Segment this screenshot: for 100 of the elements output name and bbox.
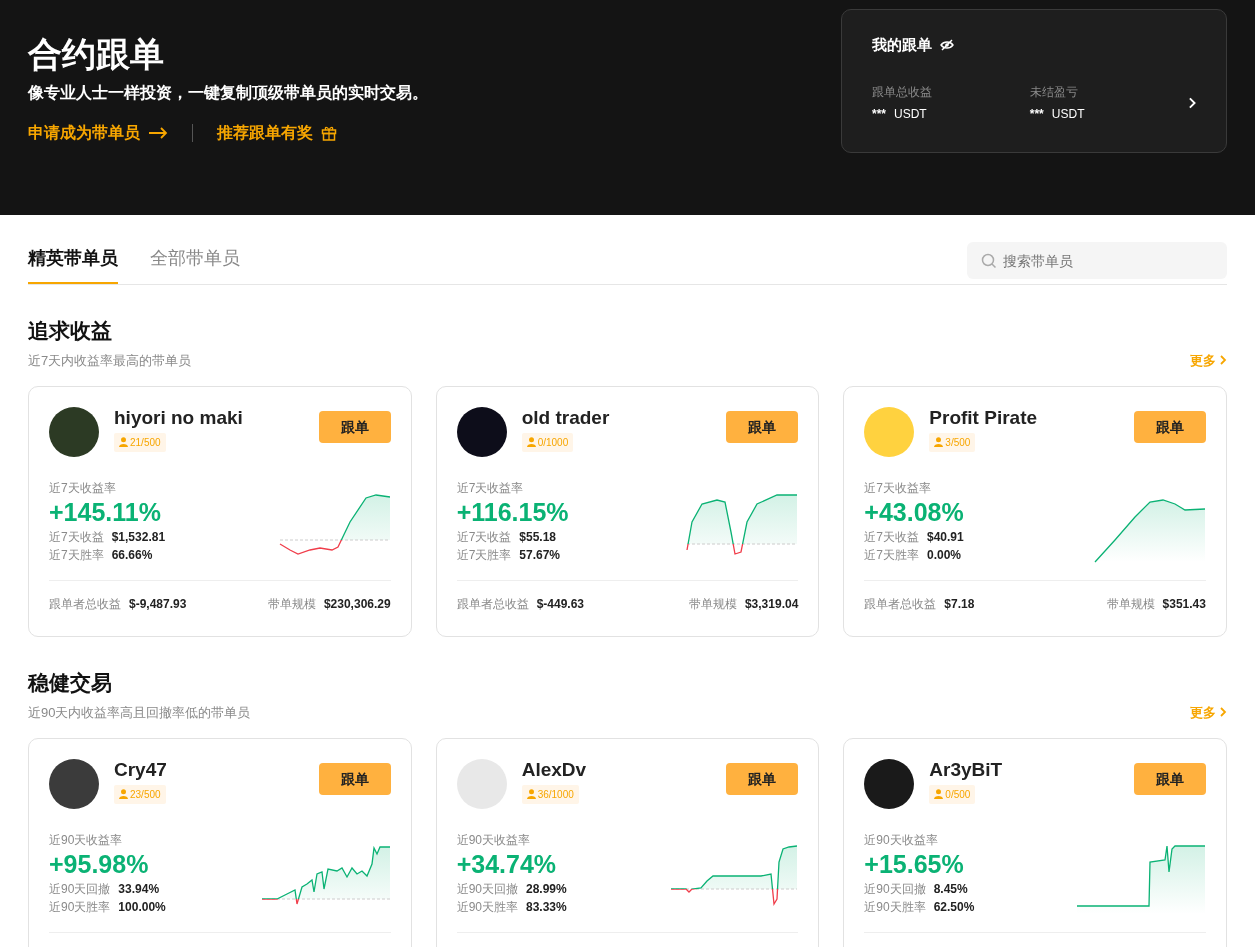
person-icon bbox=[119, 437, 128, 448]
roi-value: +116.15% bbox=[456, 497, 569, 528]
trader-name: Profit Pirate bbox=[929, 407, 1038, 430]
roi-value: +95.98% bbox=[49, 849, 150, 880]
avatar-placeholder bbox=[49, 407, 99, 457]
follower-count-badge: 0/500 bbox=[929, 784, 976, 804]
person-icon bbox=[526, 437, 536, 448]
stat-label: 带单规模 bbox=[267, 596, 316, 614]
section-subtitle: 近7天内收益率最高的带单员 bbox=[28, 351, 192, 370]
eye-slash-icon[interactable] bbox=[940, 39, 954, 52]
roi-value: +43.08% bbox=[864, 497, 964, 528]
person-icon bbox=[526, 789, 536, 800]
my-copy-card[interactable]: 我的跟单 跟单总收益 *** USDT 未结盈亏 *** USDT bbox=[841, 9, 1227, 153]
person-icon bbox=[934, 789, 944, 800]
stat-value: $55.18 bbox=[519, 529, 557, 547]
stat-label: 近90天回撤 bbox=[456, 881, 518, 899]
stat-label: 跟单者总收益 bbox=[456, 596, 529, 614]
stat-value: 66.66% bbox=[111, 547, 153, 565]
trader-name: Cry47 bbox=[114, 759, 167, 782]
follow-button[interactable]: 跟单 bbox=[1134, 763, 1206, 795]
avatar-placeholder bbox=[456, 407, 507, 457]
trader-name: AlexDv bbox=[521, 759, 587, 782]
follower-count-badge: 0/1000 bbox=[521, 432, 574, 452]
stat-label: 近90天胜率 bbox=[49, 899, 111, 917]
gift-icon bbox=[321, 125, 337, 142]
stat-label: 近7天收益 bbox=[49, 529, 104, 547]
stat-value: $3,319.04 bbox=[744, 596, 799, 614]
trader-name: hiyori no maki bbox=[114, 407, 243, 430]
header-link[interactable]: 申请成为带单员 bbox=[28, 121, 168, 146]
stat-label: 带单规模 bbox=[688, 596, 737, 614]
stat-label: 近90天胜率 bbox=[456, 899, 518, 917]
stat-value: 100.00% bbox=[118, 899, 166, 917]
roi-value: +34.74% bbox=[456, 849, 558, 880]
stat-value: $351.43 bbox=[1162, 596, 1206, 614]
follower-count-badge: 3/500 bbox=[929, 432, 976, 452]
stat-value: *** bbox=[1029, 105, 1044, 123]
card-title: 我的跟单 bbox=[872, 35, 932, 55]
search-field[interactable]: 搜索带单员 bbox=[967, 242, 1227, 279]
stat-label: 近90天回撤 bbox=[864, 881, 926, 899]
stat-label: 近90天回撤 bbox=[49, 881, 111, 899]
chevron-right-icon[interactable] bbox=[1187, 95, 1196, 110]
follow-button[interactable]: 跟单 bbox=[318, 763, 391, 795]
stat-value: 83.33% bbox=[526, 899, 567, 917]
trader-name: old trader bbox=[521, 407, 610, 430]
stat-label: 近90天胜率 bbox=[864, 899, 926, 917]
roi-label: 近90天收益率 bbox=[864, 832, 939, 849]
avatar-placeholder bbox=[864, 759, 915, 809]
follow-button[interactable]: 跟单 bbox=[318, 411, 391, 443]
page-subtitle: 像专业人士一样投资，一键复制顶级带单员的实时交易。 bbox=[28, 83, 428, 104]
stat-value: 8.45% bbox=[933, 881, 968, 899]
stat-label: 跟单者总收益 bbox=[49, 596, 121, 614]
stat-value: 62.50% bbox=[933, 899, 975, 917]
stat-label: 近7天收益 bbox=[864, 529, 919, 547]
stat-unit: USDT bbox=[1051, 105, 1085, 123]
stat-value: $-449.63 bbox=[536, 596, 585, 614]
person-icon bbox=[119, 789, 128, 800]
chevron-right-icon bbox=[1220, 707, 1227, 718]
follower-count-badge: 21/500 bbox=[114, 432, 166, 452]
stat-label: 近7天胜率 bbox=[49, 547, 104, 565]
stat-label: 未结盈亏 bbox=[1029, 83, 1079, 101]
person-icon bbox=[934, 437, 944, 448]
roi-label: 近7天收益率 bbox=[456, 480, 525, 497]
roi-value: +145.11% bbox=[49, 497, 162, 528]
stat-label: 近7天胜率 bbox=[864, 547, 919, 565]
stat-value: 33.94% bbox=[118, 881, 160, 899]
section-subtitle: 近90天内收益率高且回撤率低的带单员 bbox=[28, 703, 251, 722]
stat-label: 近7天收益 bbox=[456, 529, 512, 547]
stat-value: 0.00% bbox=[927, 547, 962, 565]
roi-value: +15.65% bbox=[864, 849, 965, 880]
roi-label: 近7天收益率 bbox=[49, 480, 117, 497]
follower-count-badge: 23/500 bbox=[114, 784, 166, 804]
arrow-icon bbox=[148, 127, 168, 140]
stat-label: 近7天胜率 bbox=[456, 547, 512, 565]
trader-name: Ar3yBiT bbox=[929, 759, 1003, 782]
stat-value: 28.99% bbox=[526, 881, 567, 899]
header-link[interactable]: 推荐跟单有奖 bbox=[217, 121, 337, 146]
stat-label: 带单规模 bbox=[1106, 596, 1155, 614]
stat-value: $40.91 bbox=[927, 529, 964, 547]
section-title: 稳健交易 bbox=[28, 670, 113, 696]
stat-value: 57.67% bbox=[519, 547, 561, 565]
roi-label: 近90天收益率 bbox=[456, 832, 531, 849]
follow-button[interactable]: 跟单 bbox=[726, 411, 799, 443]
stat-unit: USDT bbox=[894, 105, 927, 123]
avatar-placeholder bbox=[864, 407, 915, 457]
follow-button[interactable]: 跟单 bbox=[726, 763, 799, 795]
avatar-placeholder bbox=[49, 759, 99, 809]
tab[interactable]: 精英带单员 bbox=[28, 245, 118, 284]
chevron-right-icon bbox=[1220, 355, 1227, 366]
stat-label: 跟单者总收益 bbox=[864, 596, 937, 614]
follow-button[interactable]: 跟单 bbox=[1134, 411, 1206, 443]
page-title: 合约跟单 bbox=[28, 36, 165, 74]
stat-value: $7.18 bbox=[944, 596, 975, 614]
stat-value: $-9,487.93 bbox=[129, 596, 187, 614]
tab[interactable]: 全部带单员 bbox=[150, 245, 240, 284]
follower-count-badge: 36/1000 bbox=[521, 784, 579, 804]
stat-label: 跟单总收益 bbox=[872, 83, 933, 101]
stat-value: *** bbox=[872, 105, 886, 123]
roi-label: 近90天收益率 bbox=[49, 832, 124, 849]
stat-value: $1,532.81 bbox=[111, 529, 166, 547]
stat-value: $230,306.29 bbox=[323, 596, 391, 614]
